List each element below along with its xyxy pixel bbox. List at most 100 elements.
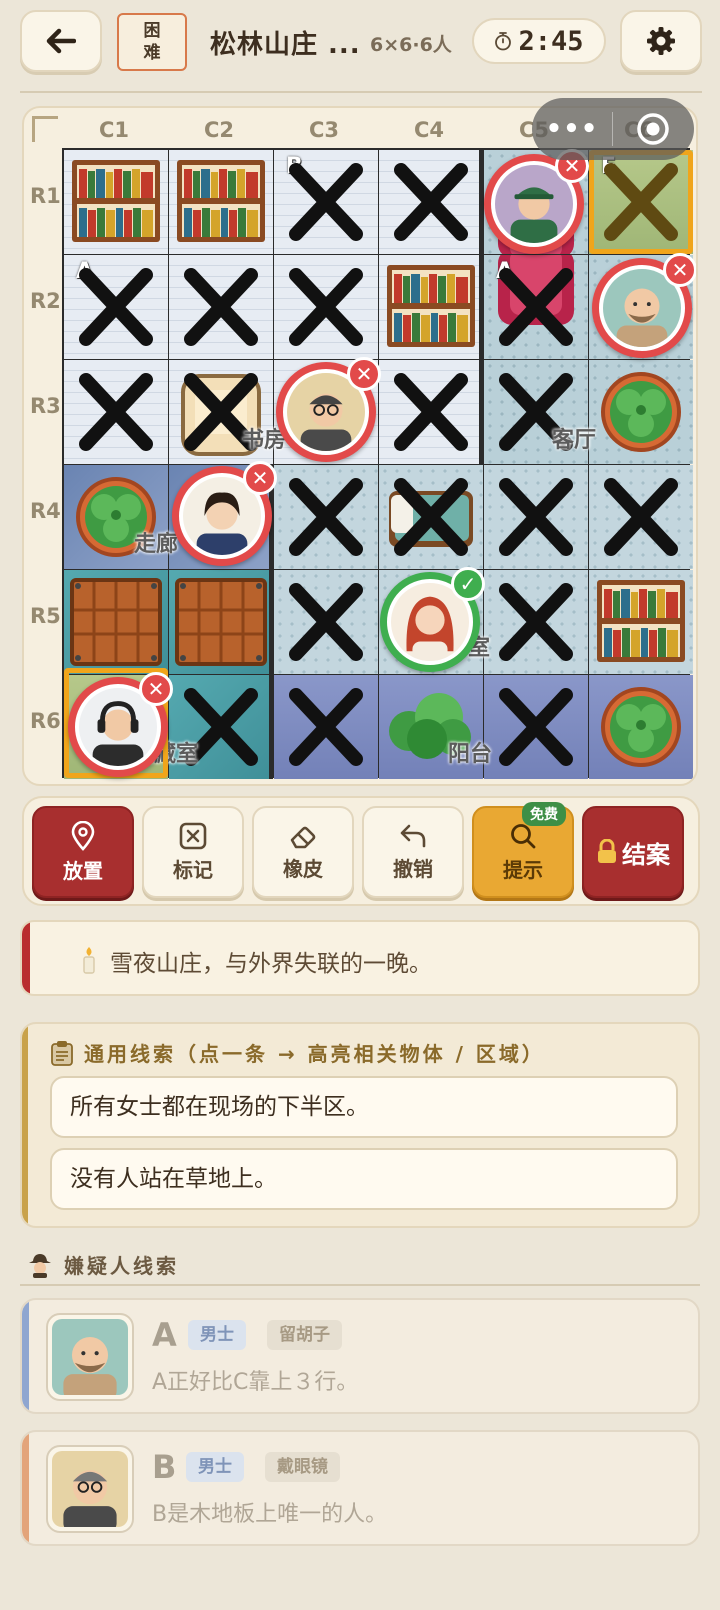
room-wall xyxy=(479,360,483,464)
wrong-badge: ✕ xyxy=(663,253,696,287)
room-wall xyxy=(269,570,273,674)
difficulty-badge: 困难 xyxy=(117,13,187,71)
mark-button[interactable]: 标记 xyxy=(142,806,244,898)
cell-r5c5[interactable] xyxy=(484,570,588,674)
cell-r3c1[interactable] xyxy=(64,360,168,464)
frame-corner xyxy=(32,116,58,142)
general-clues-title: 通用线索（点一条 → 高亮相关物体 / 区域） xyxy=(84,1042,545,1066)
crate-icon xyxy=(175,578,267,666)
glasses-man-avatar-icon xyxy=(52,1451,128,1533)
suspect-card-a[interactable]: A 男士 留胡子 A正好比C靠上３行。 xyxy=(20,1298,700,1414)
back-button[interactable] xyxy=(20,10,102,72)
x-mark-icon xyxy=(484,675,588,779)
x-mark-icon xyxy=(379,360,483,464)
wrong-badge: ✕ xyxy=(243,461,277,495)
suspect-accent-bar xyxy=(22,1432,29,1544)
mini-program-capsule: ••• xyxy=(532,98,694,160)
x-mark-icon xyxy=(379,150,483,254)
column-label: C3 xyxy=(308,118,340,142)
cell-r6c5[interactable] xyxy=(484,675,588,779)
cell-r2c4[interactable] xyxy=(379,255,483,359)
eraser-icon xyxy=(290,826,316,848)
bookshelf-icon xyxy=(597,580,685,662)
cell-r2c5[interactable]: A xyxy=(484,255,588,359)
row-label: R4 xyxy=(30,499,61,523)
row-label: R3 xyxy=(30,394,61,418)
undo-label: 撤销 xyxy=(393,856,433,881)
cell-r3c6[interactable] xyxy=(589,360,693,464)
suspect-card-b[interactable]: B 男士 戴眼镜 B是木地板上唯一的人。 xyxy=(20,1430,700,1546)
hint-label: 提示 xyxy=(503,857,543,882)
x-mark-icon xyxy=(274,150,378,254)
x-mark-icon xyxy=(379,465,483,569)
crate-icon xyxy=(70,578,162,666)
cell-r5c6[interactable] xyxy=(589,570,693,674)
gear-icon xyxy=(647,27,675,55)
general-clue-item[interactable]: 所有女士都在现场的下半区。 xyxy=(50,1076,678,1138)
column-label: C1 xyxy=(98,118,130,142)
bearded-man-avatar-icon xyxy=(52,1319,128,1401)
cell-r3c4[interactable] xyxy=(379,360,483,464)
cell-r6c3[interactable] xyxy=(274,675,378,779)
candle-icon xyxy=(83,947,95,974)
detective-icon xyxy=(29,1253,51,1278)
place-button[interactable]: 放置 xyxy=(32,806,134,898)
plant-icon xyxy=(601,372,681,452)
header-divider xyxy=(20,91,702,93)
timer: 2:45 xyxy=(472,18,606,64)
bookshelf-icon xyxy=(177,160,265,242)
close-mini-program-button[interactable] xyxy=(613,112,693,146)
undo-icon xyxy=(400,824,426,847)
cell-r5c2[interactable] xyxy=(169,570,273,674)
room-label-living: 客厅 xyxy=(552,428,597,453)
suspect-token-headphones[interactable]: ✕ xyxy=(68,672,173,777)
x-mark-icon xyxy=(169,255,273,359)
suspect-token-redhead[interactable]: ✓ xyxy=(380,567,485,672)
eraser-button[interactable]: 橡皮 xyxy=(252,806,354,898)
cell-r4c4[interactable] xyxy=(379,465,483,569)
solve-case-button[interactable]: 结案 xyxy=(582,806,684,898)
cell-r4c6[interactable] xyxy=(589,465,693,569)
cell-r2c2[interactable] xyxy=(169,255,273,359)
wrong-badge: ✕ xyxy=(139,672,173,706)
timer-value: 2:45 xyxy=(518,25,584,57)
cell-r1c2[interactable] xyxy=(169,150,273,254)
x-mark-icon xyxy=(484,465,588,569)
bookshelf-icon xyxy=(387,265,475,347)
cell-r1c4[interactable] xyxy=(379,150,483,254)
story-accent-bar xyxy=(22,922,30,994)
cell-r6c6[interactable] xyxy=(589,675,693,779)
room-wall xyxy=(479,150,483,254)
clue-accent-bar xyxy=(22,1024,28,1226)
puzzle-grid: B E A xyxy=(62,148,696,779)
hint-button[interactable]: 免费 提示 xyxy=(472,802,574,898)
trait-tag: 戴眼镜 xyxy=(265,1452,340,1482)
suspect-token-porter[interactable]: ✕ xyxy=(484,149,589,254)
cell-r1c1[interactable] xyxy=(64,150,168,254)
suspect-clues-heading: 嫌疑人线索 xyxy=(26,1250,179,1279)
cell-r4c5[interactable] xyxy=(484,465,588,569)
cell-r4c3[interactable] xyxy=(274,465,378,569)
undo-button[interactable]: 撤销 xyxy=(362,806,464,898)
cell-r1c3[interactable]: B xyxy=(274,150,378,254)
back-arrow-icon xyxy=(46,28,76,54)
suspect-token-maid[interactable]: ✕ xyxy=(172,461,277,566)
room-label-balcony: 阳台 xyxy=(448,742,493,767)
suspect-token-glasses[interactable]: ✕ xyxy=(276,357,381,462)
cell-r2c3[interactable] xyxy=(274,255,378,359)
suspect-token-elder[interactable]: ✕ xyxy=(592,253,696,358)
cell-r2c1[interactable]: A xyxy=(64,255,168,359)
cell-r5c1[interactable] xyxy=(64,570,168,674)
bookshelf-icon xyxy=(72,160,160,242)
more-button[interactable]: ••• xyxy=(532,114,612,144)
settings-button[interactable] xyxy=(620,10,702,72)
wrong-badge: ✕ xyxy=(347,357,381,391)
row-label: R5 xyxy=(30,604,61,628)
mark-label: 标记 xyxy=(173,857,213,882)
level-title: 松林山庄 ... xyxy=(210,30,361,60)
story-banner: 雪夜山庄，与外界失联的一晚。 xyxy=(20,920,700,996)
free-badge: 免费 xyxy=(522,802,566,826)
general-clue-item[interactable]: 没有人站在草地上。 xyxy=(50,1148,678,1210)
suspect-accent-bar xyxy=(22,1300,29,1412)
cell-r5c3[interactable] xyxy=(274,570,378,674)
